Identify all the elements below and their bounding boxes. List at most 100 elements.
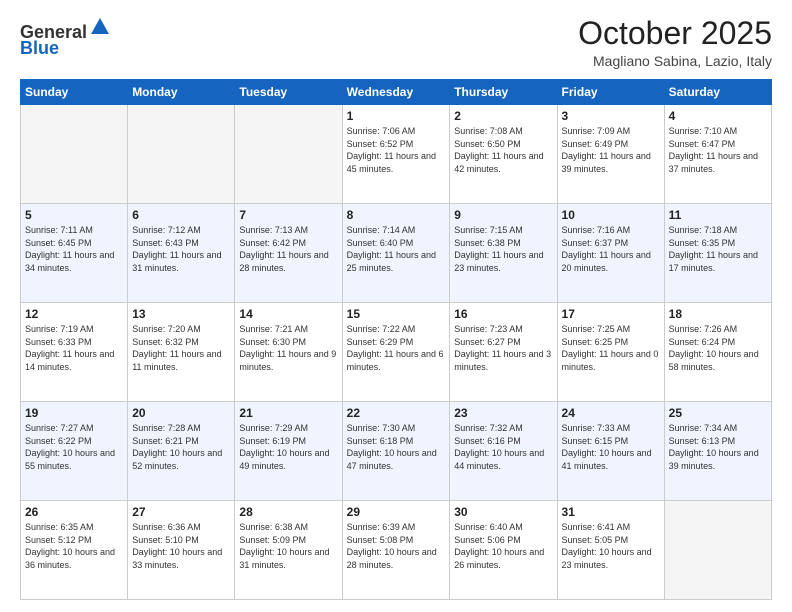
table-row: 14 Sunrise: 7:21 AM Sunset: 6:30 PM Dayli… [235,303,342,402]
day-number: 10 [562,208,660,222]
table-row: 30 Sunrise: 6:40 AM Sunset: 5:06 PM Dayli… [450,501,557,600]
logo-icon [89,16,111,38]
day-number: 23 [454,406,552,420]
day-info: Sunrise: 7:27 AM Sunset: 6:22 PM Dayligh… [25,422,123,472]
table-row: 8 Sunrise: 7:14 AM Sunset: 6:40 PM Daylig… [342,204,450,303]
location: Magliano Sabina, Lazio, Italy [578,53,772,69]
table-row [21,105,128,204]
day-info: Sunrise: 7:13 AM Sunset: 6:42 PM Dayligh… [239,224,337,274]
day-info: Sunrise: 7:28 AM Sunset: 6:21 PM Dayligh… [132,422,230,472]
table-row: 18 Sunrise: 7:26 AM Sunset: 6:24 PM Dayli… [664,303,771,402]
day-number: 28 [239,505,337,519]
day-number: 24 [562,406,660,420]
table-row: 16Sunrise: 7:23 AM Sunset: 6:27 PM Dayli… [450,303,557,402]
month-title: October 2025 [578,16,772,51]
day-info: Sunrise: 7:26 AM Sunset: 6:24 PM Dayligh… [669,323,767,373]
header-tuesday: Tuesday [235,80,342,105]
day-info: Sunrise: 7:14 AM Sunset: 6:40 PM Dayligh… [347,224,446,274]
day-info: Sunrise: 6:35 AM Sunset: 5:12 PM Dayligh… [25,521,123,571]
day-info: Sunrise: 7:12 AM Sunset: 6:43 PM Dayligh… [132,224,230,274]
day-number: 22 [347,406,446,420]
day-number: 1 [347,109,446,123]
header-thursday: Thursday [450,80,557,105]
table-row: 21 Sunrise: 7:29 AM Sunset: 6:19 PM Dayli… [235,402,342,501]
calendar-table: Sunday Monday Tuesday Wednesday Thursday… [20,79,772,600]
table-row: 10Sunrise: 7:16 AM Sunset: 6:37 PM Dayli… [557,204,664,303]
day-number: 18 [669,307,767,321]
table-row [664,501,771,600]
table-row: 31Sunrise: 6:41 AM Sunset: 5:05 PM Dayli… [557,501,664,600]
day-number: 7 [239,208,337,222]
calendar-header-row: Sunday Monday Tuesday Wednesday Thursday… [21,80,772,105]
title-block: October 2025 Magliano Sabina, Lazio, Ita… [578,16,772,69]
table-row: 23 Sunrise: 7:32 AM Sunset: 6:16 PM Dayli… [450,402,557,501]
day-info: Sunrise: 7:19 AM Sunset: 6:33 PM Dayligh… [25,323,123,373]
day-info: Sunrise: 6:38 AM Sunset: 5:09 PM Dayligh… [239,521,337,571]
header: General Blue October 2025 Magliano Sabin… [20,16,772,69]
day-info: Sunrise: 7:15 AM Sunset: 6:38 PM Dayligh… [454,224,552,274]
table-row: 26 Sunrise: 6:35 AM Sunset: 5:12 PM Dayli… [21,501,128,600]
table-row: 5Sunrise: 7:11 AM Sunset: 6:45 PM Daylig… [21,204,128,303]
day-info: Sunrise: 7:11 AM Sunset: 6:45 PM Dayligh… [25,224,123,274]
table-row: 13 Sunrise: 7:20 AM Sunset: 6:32 PM Dayli… [128,303,235,402]
table-row [128,105,235,204]
day-info: Sunrise: 7:20 AM Sunset: 6:32 PM Dayligh… [132,323,230,373]
day-info: Sunrise: 7:29 AM Sunset: 6:19 PM Dayligh… [239,422,337,472]
day-number: 27 [132,505,230,519]
day-number: 31 [562,505,660,519]
day-info: Sunrise: 7:33 AM Sunset: 6:15 PM Dayligh… [562,422,660,472]
day-info: Sunrise: 7:08 AM Sunset: 6:50 PM Dayligh… [454,125,552,175]
day-info: Sunrise: 7:32 AM Sunset: 6:16 PM Dayligh… [454,422,552,472]
day-info: Sunrise: 7:09 AM Sunset: 6:49 PM Dayligh… [562,125,660,175]
day-number: 4 [669,109,767,123]
day-info: Sunrise: 6:39 AM Sunset: 5:08 PM Dayligh… [347,521,446,571]
table-row: 6 Sunrise: 7:12 AM Sunset: 6:43 PM Daylig… [128,204,235,303]
header-saturday: Saturday [664,80,771,105]
day-number: 15 [347,307,446,321]
day-number: 16 [454,307,552,321]
logo: General Blue [20,16,111,59]
day-number: 29 [347,505,446,519]
day-number: 17 [562,307,660,321]
day-info: Sunrise: 6:36 AM Sunset: 5:10 PM Dayligh… [132,521,230,571]
day-number: 25 [669,406,767,420]
day-number: 19 [25,406,123,420]
day-number: 11 [669,208,767,222]
table-row: 25 Sunrise: 7:34 AM Sunset: 6:13 PM Dayli… [664,402,771,501]
table-row: 27 Sunrise: 6:36 AM Sunset: 5:10 PM Dayli… [128,501,235,600]
day-number: 8 [347,208,446,222]
day-number: 13 [132,307,230,321]
day-number: 20 [132,406,230,420]
header-friday: Friday [557,80,664,105]
table-row: 9Sunrise: 7:15 AM Sunset: 6:38 PM Daylig… [450,204,557,303]
day-number: 2 [454,109,552,123]
day-info: Sunrise: 7:18 AM Sunset: 6:35 PM Dayligh… [669,224,767,274]
header-sunday: Sunday [21,80,128,105]
table-row: 12 Sunrise: 7:19 AM Sunset: 6:33 PM Dayli… [21,303,128,402]
table-row [235,105,342,204]
table-row: 29 Sunrise: 6:39 AM Sunset: 5:08 PM Dayli… [342,501,450,600]
page: General Blue October 2025 Magliano Sabin… [0,0,792,612]
table-row: 19 Sunrise: 7:27 AM Sunset: 6:22 PM Dayli… [21,402,128,501]
table-row: 20 Sunrise: 7:28 AM Sunset: 6:21 PM Dayli… [128,402,235,501]
day-number: 12 [25,307,123,321]
day-info: Sunrise: 7:22 AM Sunset: 6:29 PM Dayligh… [347,323,446,373]
table-row: 2 Sunrise: 7:08 AM Sunset: 6:50 PM Daylig… [450,105,557,204]
table-row: 15 Sunrise: 7:22 AM Sunset: 6:29 PM Dayli… [342,303,450,402]
day-number: 30 [454,505,552,519]
table-row: 24 Sunrise: 7:33 AM Sunset: 6:15 PM Dayli… [557,402,664,501]
day-number: 26 [25,505,123,519]
table-row: 3 Sunrise: 7:09 AM Sunset: 6:49 PM Daylig… [557,105,664,204]
table-row: 17Sunrise: 7:25 AM Sunset: 6:25 PM Dayli… [557,303,664,402]
day-number: 3 [562,109,660,123]
day-info: Sunrise: 7:34 AM Sunset: 6:13 PM Dayligh… [669,422,767,472]
day-info: Sunrise: 6:40 AM Sunset: 5:06 PM Dayligh… [454,521,552,571]
day-info: Sunrise: 7:21 AM Sunset: 6:30 PM Dayligh… [239,323,337,373]
day-number: 14 [239,307,337,321]
header-wednesday: Wednesday [342,80,450,105]
logo-blue: Blue [20,38,59,58]
header-monday: Monday [128,80,235,105]
day-number: 6 [132,208,230,222]
day-number: 21 [239,406,337,420]
day-info: Sunrise: 7:10 AM Sunset: 6:47 PM Dayligh… [669,125,767,175]
